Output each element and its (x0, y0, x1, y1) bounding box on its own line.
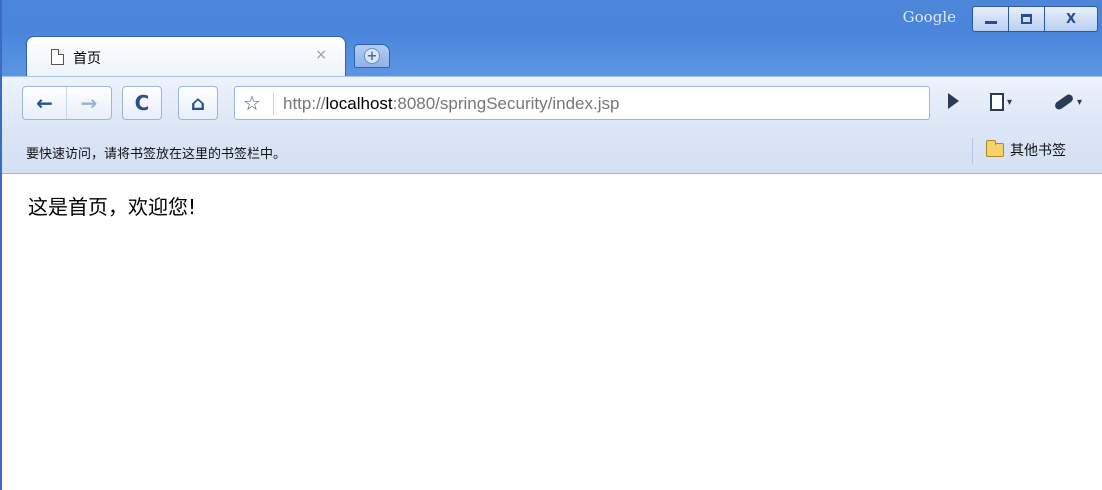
tab-title: 首页 (73, 51, 101, 67)
url-path: :8080/springSecurity/index.jsp (392, 94, 620, 113)
other-bookmarks-label: 其他书签 (1010, 143, 1066, 159)
chevron-down-icon: ▾ (1007, 96, 1013, 108)
page-icon (990, 93, 1004, 111)
address-divider (273, 93, 274, 115)
bookmarks-bar: 要快速访问，请将书签放在这里的书签栏中。 其他书签 (2, 128, 1102, 174)
maximize-icon (1021, 14, 1032, 24)
url-text[interactable]: http://localhost:8080/springSecurity/ind… (283, 94, 619, 114)
plus-icon: + (364, 48, 380, 64)
folder-icon (986, 140, 1004, 157)
nav-button-group: ← → (22, 86, 112, 120)
window-controls: X (972, 6, 1098, 32)
minimize-button[interactable] (973, 7, 1009, 31)
back-button[interactable]: ← (23, 87, 67, 119)
reload-button[interactable]: C (122, 86, 162, 120)
page-menu-button[interactable]: ▾ (990, 91, 1012, 112)
star-icon[interactable]: ☆ (243, 91, 261, 115)
browser-window: Google X 首页 × + ← → C ⌂ ☆ http://localho… (0, 0, 1102, 490)
minimize-icon (984, 20, 997, 24)
tab-close-button[interactable]: × (315, 47, 327, 63)
close-window-button[interactable]: X (1045, 7, 1097, 31)
page-content: 这是首页，欢迎您! (4, 175, 1102, 490)
maximize-button[interactable] (1009, 7, 1045, 31)
forward-button[interactable]: → (67, 87, 111, 119)
bookmarks-divider (972, 138, 973, 164)
wrench-menu-button[interactable]: ▾ (1053, 91, 1083, 112)
tab-home[interactable]: 首页 × (26, 36, 346, 76)
other-bookmarks-button[interactable]: 其他书签 (986, 140, 1066, 160)
wrench-icon (1053, 92, 1075, 112)
home-button[interactable]: ⌂ (178, 86, 218, 120)
address-bar[interactable]: ☆ http://localhost:8080/springSecurity/i… (234, 86, 930, 120)
bookmarks-hint: 要快速访问，请将书签放在这里的书签栏中。 (26, 147, 287, 162)
go-icon[interactable] (948, 93, 959, 109)
title-bar: Google X 首页 × + (2, 0, 1102, 76)
toolbar: ← → C ⌂ ☆ http://localhost:8080/springSe… (2, 76, 1102, 128)
url-scheme: http:// (283, 94, 326, 113)
new-tab-button[interactable]: + (354, 44, 390, 68)
chevron-down-icon: ▾ (1077, 96, 1083, 108)
welcome-text: 这是首页，欢迎您! (28, 195, 197, 219)
brand-label: Google (902, 8, 956, 26)
url-host: localhost (325, 94, 393, 113)
page-icon (51, 49, 64, 65)
